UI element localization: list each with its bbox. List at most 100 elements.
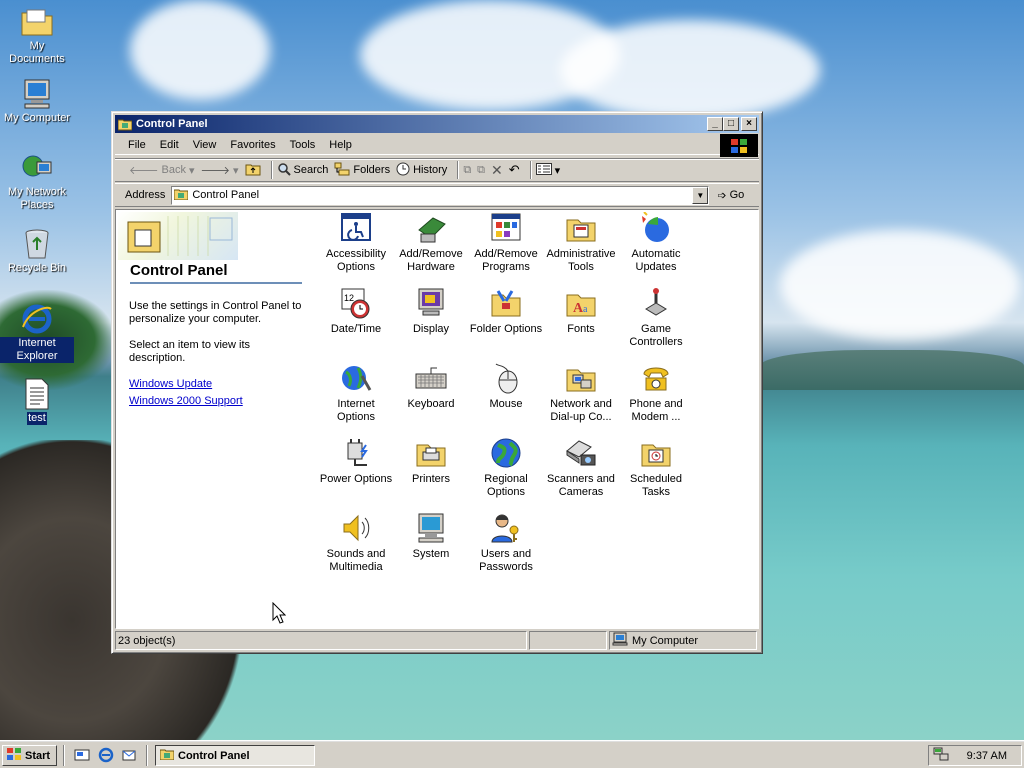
cloud — [780, 230, 1020, 340]
delete-icon: ✕ — [491, 161, 503, 178]
menu-file[interactable]: File — [121, 139, 153, 151]
desktop-icon-my-computer[interactable]: My Computer — [0, 78, 74, 125]
item-sounds-multimedia[interactable]: Sounds and Multimedia — [317, 512, 395, 574]
toolbar-separator — [457, 161, 460, 179]
quicklaunch-outlook-express[interactable] — [120, 747, 138, 765]
start-button[interactable]: Start — [2, 745, 57, 766]
menu-edit[interactable]: Edit — [153, 139, 186, 151]
item-date-time[interactable]: 12 Date/Time — [317, 287, 395, 336]
administrative-tools-icon — [565, 212, 597, 244]
windows-update-link[interactable]: Windows Update — [129, 378, 212, 390]
views-button[interactable]: ▾ — [535, 162, 561, 178]
menu-favorites[interactable]: Favorites — [223, 139, 282, 151]
back-button[interactable]: 🡐 Back ▾ — [129, 163, 195, 177]
undo-icon: ↶ — [508, 162, 520, 177]
computer-icon — [612, 632, 628, 649]
item-regional-options[interactable]: Regional Options — [467, 437, 545, 499]
minimize-button[interactable]: _ — [707, 117, 723, 131]
item-printers[interactable]: Printers — [392, 437, 470, 486]
go-button[interactable]: ➩ Go — [717, 189, 744, 202]
scanner-camera-icon — [565, 437, 597, 469]
content-area: Control Panel Use the settings in Contro… — [115, 209, 759, 629]
item-scheduled-tasks[interactable]: Scheduled Tasks — [617, 437, 695, 499]
desktop-icon-internet-explorer[interactable]: Internet Explorer — [0, 303, 74, 363]
close-button[interactable]: × — [741, 117, 757, 131]
menu-view[interactable]: View — [186, 139, 224, 151]
item-add-remove-programs[interactable]: Add/Remove Programs — [467, 212, 545, 274]
system-tray: 9:37 AM — [928, 745, 1022, 766]
title-bar[interactable]: Control Panel _ □ × — [115, 115, 759, 133]
item-users-passwords[interactable]: Users and Passwords — [467, 512, 545, 574]
maximize-button[interactable]: □ — [723, 117, 739, 131]
left-pane-title: Control Panel — [130, 262, 302, 284]
zone-pane: My Computer — [609, 631, 757, 650]
fonts-icon: Aa — [565, 287, 597, 319]
copy-to-button[interactable]: ⧉ — [477, 164, 485, 177]
item-administrative-tools[interactable]: Administrative Tools — [542, 212, 620, 274]
quicklaunch-internet-explorer[interactable] — [97, 747, 115, 765]
menu-help[interactable]: Help — [322, 139, 359, 151]
address-label: Address — [125, 189, 166, 201]
computer-icon — [21, 78, 53, 110]
taskbar-button-control-panel[interactable]: Control Panel — [155, 745, 315, 766]
up-folder-button[interactable] — [245, 162, 261, 179]
item-network-dialup[interactable]: Network and Dial-up Co... — [542, 362, 620, 424]
folders-button[interactable]: Folders — [334, 162, 390, 179]
windows-logo-icon — [6, 747, 22, 764]
chevron-down-icon: ▾ — [554, 164, 561, 177]
search-icon — [277, 162, 291, 179]
item-mouse[interactable]: Mouse — [467, 362, 545, 411]
menu-tools[interactable]: Tools — [283, 139, 323, 151]
cloud — [130, 0, 270, 100]
item-game-controllers[interactable]: Game Controllers — [617, 287, 695, 349]
address-dropdown-button[interactable]: ▼ — [692, 186, 709, 204]
item-keyboard[interactable]: Keyboard — [392, 362, 470, 411]
item-add-remove-hardware[interactable]: Add/Remove Hardware — [392, 212, 470, 274]
search-button[interactable]: Search — [277, 162, 328, 179]
recycle-bin-icon — [21, 228, 53, 260]
item-automatic-updates[interactable]: Automatic Updates — [617, 212, 695, 274]
left-info-pane: Control Panel Use the settings in Contro… — [116, 210, 303, 628]
folder-icon — [21, 6, 53, 38]
taskbar-separator — [63, 745, 65, 766]
item-internet-options[interactable]: Internet Options — [317, 362, 395, 424]
item-display[interactable]: Display — [392, 287, 470, 336]
desktop-icon-my-network-places[interactable]: My Network Places — [0, 152, 74, 212]
phone-icon — [640, 362, 672, 394]
undo-button[interactable]: ↶ — [509, 162, 520, 178]
desktop-icon-test[interactable]: test — [0, 378, 74, 425]
move-to-button[interactable]: ⧉ — [463, 164, 471, 177]
show-desktop-icon — [74, 747, 90, 766]
item-fonts[interactable]: Aa Fonts — [542, 287, 620, 336]
history-button[interactable]: History — [396, 162, 447, 179]
item-power-options[interactable]: Power Options — [317, 437, 395, 486]
power-plug-icon — [340, 437, 372, 469]
control-panel-window: Control Panel _ □ × File Edit View Favor… — [111, 111, 763, 654]
hardware-icon — [415, 212, 447, 244]
control-panel-banner — [118, 212, 238, 260]
item-scanners-cameras[interactable]: Scanners and Cameras — [542, 437, 620, 499]
left-pane-description: Use the settings in Control Panel to per… — [129, 300, 302, 325]
quicklaunch-show-desktop[interactable] — [73, 747, 91, 765]
display-icon — [415, 287, 447, 319]
svg-text:a: a — [583, 304, 588, 315]
windows-2000-support-link[interactable]: Windows 2000 Support — [129, 395, 243, 407]
item-phone-modem[interactable]: Phone and Modem ... — [617, 362, 695, 424]
taskbar: Start Control Panel 9:37 AM — [0, 740, 1024, 768]
desktop-icon-recycle-bin[interactable]: Recycle Bin — [0, 228, 74, 275]
item-system[interactable]: System — [392, 512, 470, 561]
automatic-updates-icon — [640, 212, 672, 244]
speaker-icon — [340, 512, 372, 544]
forward-button[interactable]: 🡒 ▾ — [201, 163, 239, 178]
delete-button[interactable]: ✕ — [491, 162, 503, 179]
item-accessibility-options[interactable]: Accessibility Options — [317, 212, 395, 274]
programs-icon — [490, 212, 522, 244]
globe-icon — [490, 437, 522, 469]
item-folder-options[interactable]: Folder Options — [467, 287, 545, 336]
network-tray-icon[interactable] — [933, 747, 949, 764]
toolbar-separator — [270, 161, 273, 179]
clock[interactable]: 9:37 AM — [967, 750, 1007, 762]
desktop-icon-my-documents[interactable]: My Documents — [0, 6, 74, 66]
internet-explorer-icon — [21, 303, 53, 335]
address-input[interactable]: Control Panel ▼ — [171, 185, 710, 205]
